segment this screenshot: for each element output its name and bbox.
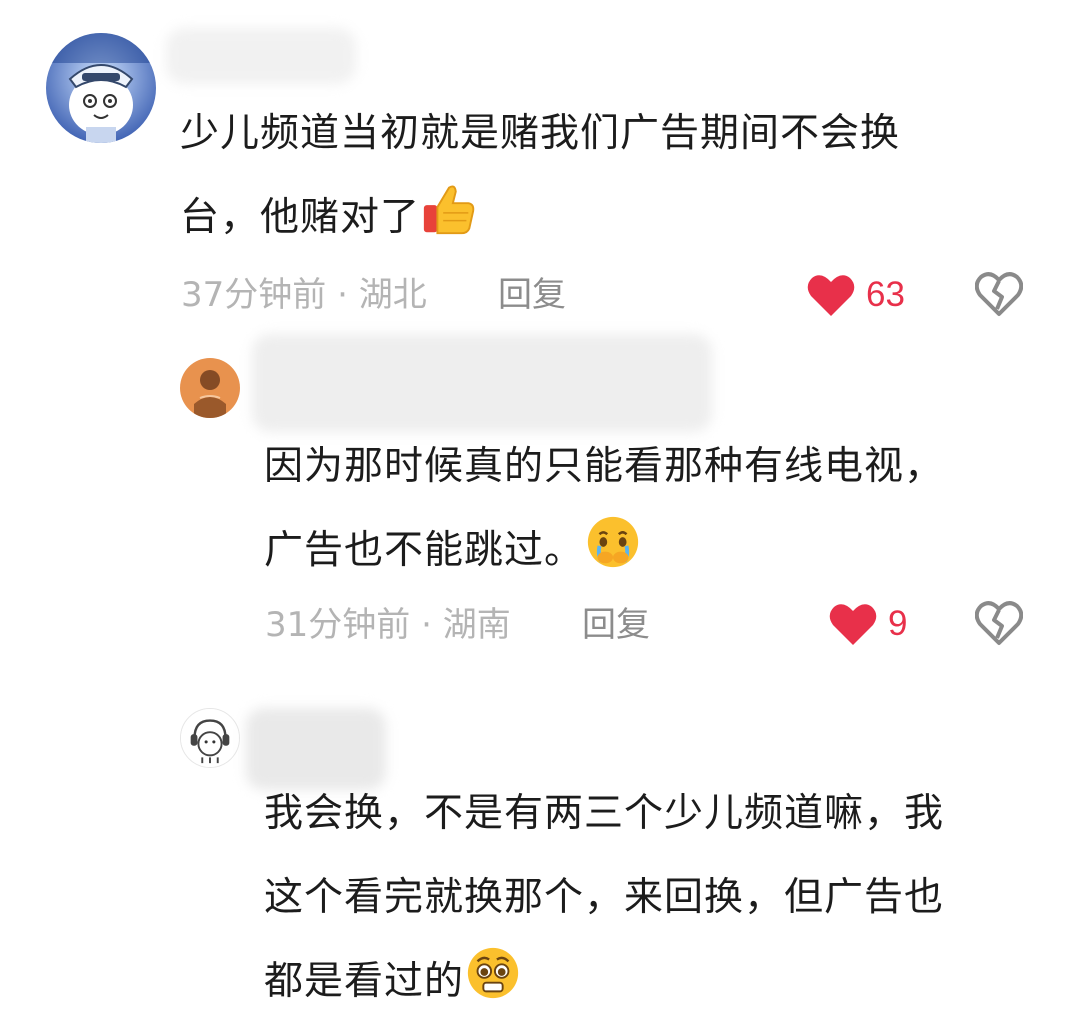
reply-button[interactable]: 回复: [582, 605, 650, 645]
comment-location: 湖南: [442, 605, 511, 645]
crying-emoji: [584, 513, 642, 571]
comment-text-line: 我会换，不是有两三个少儿频道嘛，我: [264, 791, 945, 836]
heart-icon: [807, 275, 855, 316]
like-count: 63: [866, 275, 905, 314]
comment-text-line: 少儿频道当初就是赌我们广告期间不会换: [180, 111, 901, 156]
like-button[interactable]: 63: [806, 271, 905, 319]
broken-heart-icon[interactable]: [975, 271, 1023, 317]
meta-separator: ·: [410, 605, 443, 645]
comment-text-line: 因为那时候真的只能看那种有线电视，: [264, 444, 945, 489]
comment-text-line: 这个看完就换那个，来回换，但广告也: [264, 875, 945, 920]
cat-headphones-avatar-icon[interactable]: [180, 708, 240, 768]
comment-meta: 37分钟前 · 湖北: [181, 275, 427, 315]
comment-time: 31分钟前: [265, 605, 411, 645]
like-count: 9: [888, 604, 908, 643]
comment-3: 我会换，不是有两三个少儿频道嘛，我 这个看完就换那个，来回换，但广告也 都是看过…: [0, 680, 1080, 1012]
comment-1: 少儿频道当初就是赌我们广告期间不会换 台，他赌对了 37分钟前 · 湖北 回复 …: [0, 0, 1080, 330]
comment-meta: 31分钟前 · 湖南: [265, 605, 511, 645]
orange-avatar-icon[interactable]: [180, 358, 240, 418]
comment-text-line: 都是看过的: [264, 940, 944, 1024]
heart-icon: [829, 604, 877, 645]
pleading-emoji: [464, 944, 522, 1002]
comment-2: 因为那时候真的只能看那种有线电视， 广告也不能跳过。 31分钟前 · 湖南 回复…: [0, 330, 1080, 680]
like-button[interactable]: 9: [828, 600, 907, 648]
thumbs-up-emoji: [420, 180, 478, 238]
cartoon-avatar-icon[interactable]: [46, 33, 156, 143]
username-blurred[interactable]: [166, 28, 356, 84]
comment-text: 少儿频道当初就是赌我们广告期间不会换 台，他赌对了: [180, 92, 900, 260]
broken-heart-icon[interactable]: [975, 600, 1023, 646]
comment-text-line: 台，他赌对了: [180, 176, 900, 260]
username-blurred[interactable]: [252, 334, 712, 432]
reply-button[interactable]: 回复: [498, 275, 566, 315]
meta-separator: ·: [326, 275, 359, 315]
comment-time: 37分钟前: [181, 275, 327, 315]
comment-text: 因为那时候真的只能看那种有线电视， 广告也不能跳过。: [264, 425, 944, 593]
comment-text-line: 广告也不能跳过。: [264, 509, 944, 593]
comment-text: 我会换，不是有两三个少儿频道嘛，我 这个看完就换那个，来回换，但广告也 都是看过…: [264, 772, 944, 1024]
comment-location: 湖北: [358, 275, 427, 315]
